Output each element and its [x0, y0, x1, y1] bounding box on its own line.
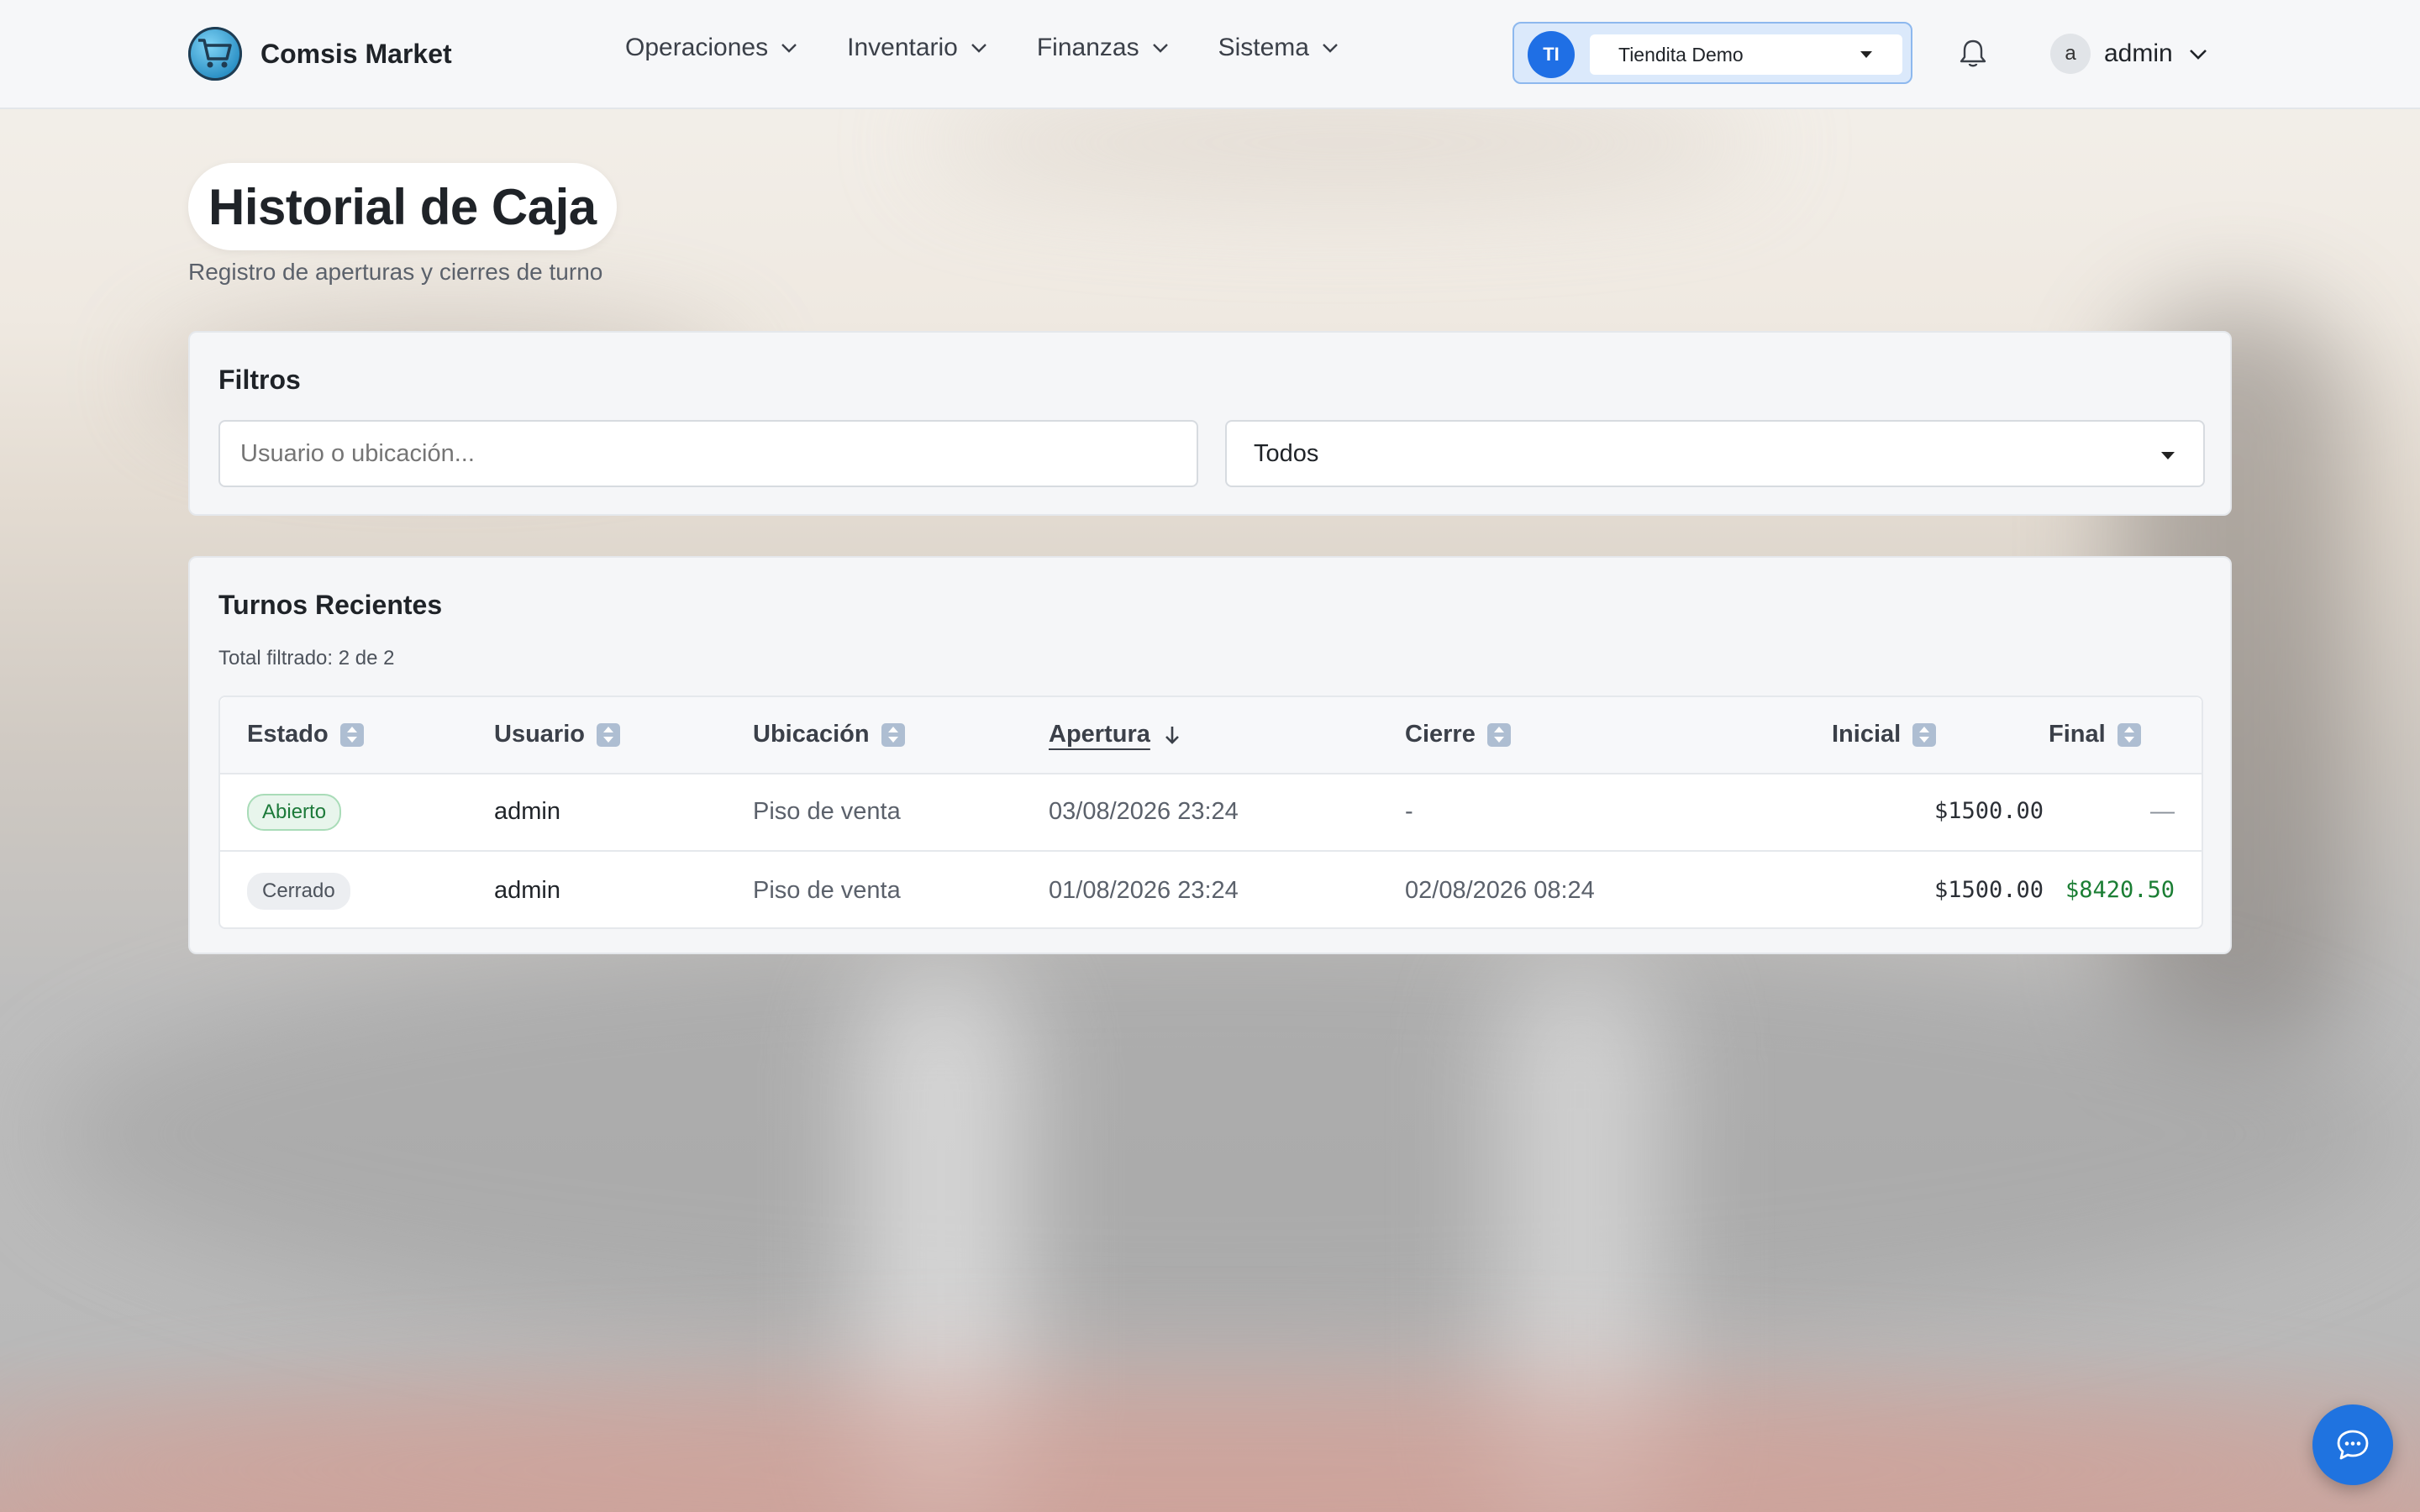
column-header-label: Estado — [247, 721, 329, 748]
initial-amount-cell: $1500.00 — [1933, 798, 2044, 824]
sort-icon — [1912, 722, 1937, 747]
closing-cell: - — [1405, 798, 1413, 825]
closing-cell: 02/08/2026 08:24 — [1405, 877, 1595, 904]
nav-item-label: Finanzas — [1036, 34, 1139, 61]
nav-item-label: Sistema — [1218, 34, 1309, 61]
column-header-estado[interactable]: Estado — [247, 721, 364, 748]
status-filter-select[interactable]: Todos — [1225, 420, 2205, 487]
store-select-value: Tiendita Demo — [1618, 44, 1744, 66]
brand[interactable]: Comsis Market — [188, 25, 452, 82]
status-cell: Cerrado — [247, 852, 350, 929]
shifts-table: Estado Usuario Ubicación Apertura Cierre… — [218, 696, 2203, 929]
nav-item-finanzas[interactable]: Finanzas — [1037, 34, 1170, 62]
filters-title: Filtros — [218, 365, 301, 395]
final-amount-cell: — — [2150, 798, 2175, 825]
column-header-label: Usuario — [494, 721, 585, 748]
sort-icon — [1486, 722, 1511, 747]
caret-down-icon — [2161, 452, 2175, 459]
column-header-label: Ubicación — [753, 721, 870, 748]
table-row[interactable]: Cerrado admin Piso de venta 01/08/2026 2… — [220, 852, 2202, 929]
sort-icon — [339, 722, 364, 747]
opening-cell: 03/08/2026 23:24 — [1049, 798, 1239, 825]
shopping-cart-icon — [188, 27, 242, 81]
page-subtitle: Registro de aperturas y cierres de turno — [188, 259, 603, 285]
column-header-apertura[interactable]: Apertura — [1049, 721, 1182, 748]
status-badge: Abierto — [247, 794, 342, 832]
column-header-label: Inicial — [1832, 721, 1902, 748]
status-cell: Abierto — [247, 773, 342, 850]
column-header-inicial[interactable]: Inicial — [1832, 721, 1937, 748]
sort-icon — [2117, 722, 2141, 747]
chat-button[interactable] — [2312, 1404, 2393, 1485]
arrow-down-icon — [1165, 726, 1179, 744]
table-header: Estado Usuario Ubicación Apertura Cierre… — [220, 697, 2202, 774]
nav-item-label: Inventario — [847, 34, 958, 61]
sort-icon — [596, 722, 620, 747]
nav-item-sistema[interactable]: Sistema — [1218, 34, 1339, 62]
column-header-final[interactable]: Final — [2049, 721, 2141, 748]
status-badge: Cerrado — [247, 873, 350, 911]
column-header-ubicacion[interactable]: Ubicación — [753, 721, 905, 748]
total-filtered-text: Total filtrado: 2 de 2 — [218, 647, 395, 669]
sort-icon — [881, 722, 905, 747]
user-menu[interactable]: a admin — [2050, 34, 2208, 74]
chevron-down-icon — [781, 44, 797, 53]
avatar: a — [2050, 34, 2091, 74]
column-header-label: Apertura — [1049, 721, 1150, 748]
main-nav: Operaciones Inventario Finanzas Sistema — [625, 34, 1388, 62]
chevron-down-icon — [1323, 44, 1338, 53]
nav-item-label: Operaciones — [625, 34, 769, 61]
column-header-usuario[interactable]: Usuario — [494, 721, 620, 748]
column-header-cierre[interactable]: Cierre — [1405, 721, 1511, 748]
store-switcher: TI Tiendita Demo — [1512, 22, 1912, 84]
filters-card: Filtros Todos — [188, 331, 2232, 516]
chat-bubble-icon — [2337, 1430, 2369, 1460]
store-avatar: TI — [1528, 31, 1575, 78]
column-header-label: Final — [2049, 721, 2106, 748]
bell-icon[interactable] — [1956, 37, 1990, 71]
chevron-down-icon — [1152, 44, 1168, 53]
final-amount-cell: $8420.50 — [2065, 877, 2175, 903]
chevron-down-icon — [2189, 50, 2207, 60]
top-navbar: Comsis Market Operaciones Inventario Fin… — [0, 0, 2420, 109]
user-name: admin — [2104, 39, 2173, 67]
table-row[interactable]: Abierto admin Piso de venta 03/08/2026 2… — [220, 773, 2202, 852]
user-cell: admin — [494, 877, 560, 904]
location-cell: Piso de venta — [753, 877, 901, 904]
search-input[interactable] — [218, 420, 1198, 487]
status-filter-value: Todos — [1254, 440, 1319, 467]
location-cell: Piso de venta — [753, 798, 901, 825]
page-title: Historial de Caja — [208, 178, 597, 235]
brand-name: Comsis Market — [260, 38, 452, 69]
page-title-container: Historial de Caja — [188, 163, 617, 250]
column-header-label: Cierre — [1405, 721, 1476, 748]
opening-cell: 01/08/2026 23:24 — [1049, 877, 1239, 904]
caret-down-icon — [1860, 51, 1872, 58]
chevron-down-icon — [971, 44, 986, 53]
nav-item-inventario[interactable]: Inventario — [847, 34, 988, 62]
shifts-title: Turnos Recientes — [218, 590, 443, 620]
user-cell: admin — [494, 798, 560, 825]
shifts-card: Turnos Recientes Total filtrado: 2 de 2 … — [188, 556, 2232, 954]
store-select[interactable]: Tiendita Demo — [1590, 34, 1902, 75]
nav-item-operaciones[interactable]: Operaciones — [625, 34, 798, 62]
